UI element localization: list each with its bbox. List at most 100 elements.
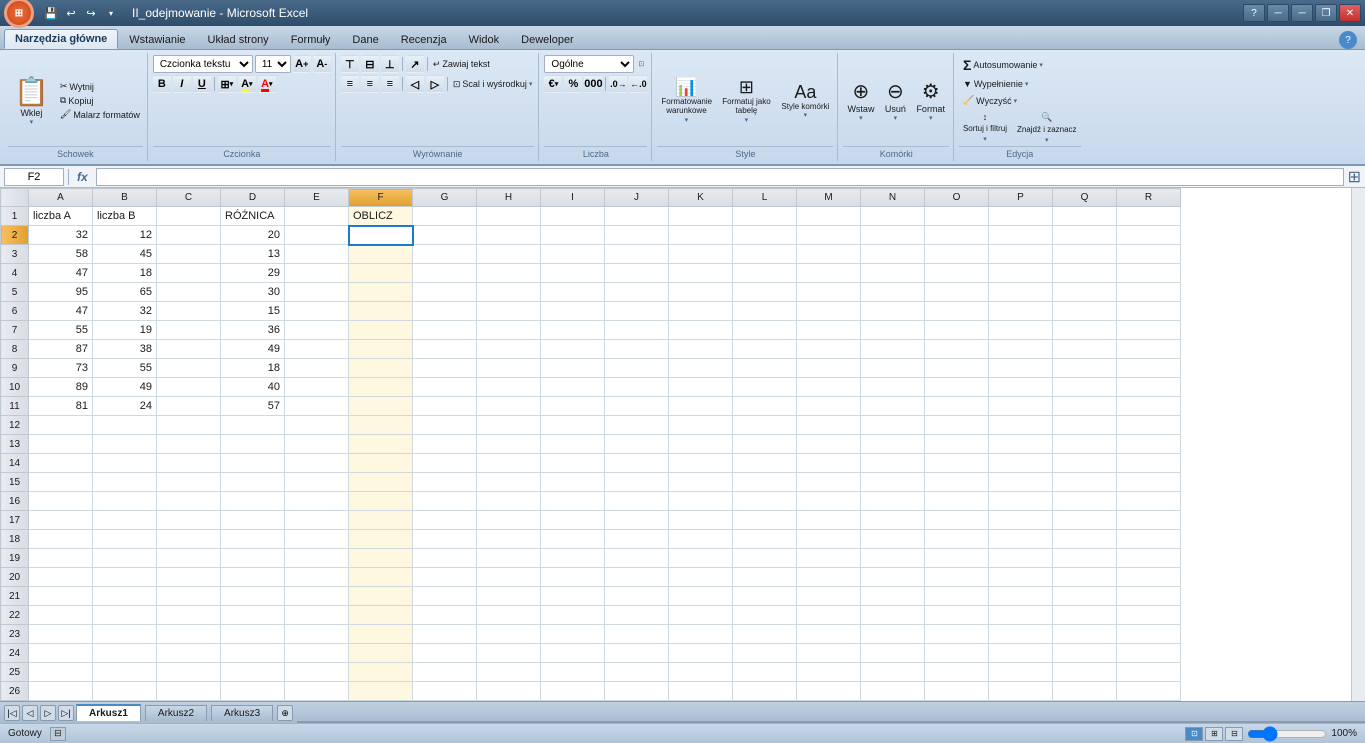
- cut-button[interactable]: ✂ Wytnij: [57, 80, 143, 93]
- cell-K1[interactable]: [669, 207, 733, 226]
- cell-K9[interactable]: [669, 359, 733, 378]
- cell-D15[interactable]: [221, 473, 285, 492]
- cell-O19[interactable]: [925, 549, 989, 568]
- cell-R12[interactable]: [1117, 416, 1181, 435]
- cell-O11[interactable]: [925, 397, 989, 416]
- cell-C6[interactable]: [157, 302, 221, 321]
- cell-K12[interactable]: [669, 416, 733, 435]
- cell-L1[interactable]: [733, 207, 797, 226]
- col-header-C[interactable]: C: [157, 189, 221, 207]
- cell-O10[interactable]: [925, 378, 989, 397]
- row-header-24[interactable]: 24: [1, 644, 29, 663]
- cell-H23[interactable]: [477, 625, 541, 644]
- cell-O2[interactable]: [925, 226, 989, 245]
- row-header-9[interactable]: 9: [1, 359, 29, 378]
- cell-N14[interactable]: [861, 454, 925, 473]
- cell-H10[interactable]: [477, 378, 541, 397]
- row-header-1[interactable]: 1: [1, 207, 29, 226]
- cell-J9[interactable]: [605, 359, 669, 378]
- tab-deweloper[interactable]: Deweloper: [510, 29, 585, 49]
- cell-N23[interactable]: [861, 625, 925, 644]
- cell-L20[interactable]: [733, 568, 797, 587]
- cell-M5[interactable]: [797, 283, 861, 302]
- cell-I15[interactable]: [541, 473, 605, 492]
- cell-H6[interactable]: [477, 302, 541, 321]
- cell-L13[interactable]: [733, 435, 797, 454]
- cell-K6[interactable]: [669, 302, 733, 321]
- cell-M20[interactable]: [797, 568, 861, 587]
- cell-H22[interactable]: [477, 606, 541, 625]
- cell-F2[interactable]: [349, 226, 413, 245]
- cell-H19[interactable]: [477, 549, 541, 568]
- cell-F12[interactable]: [349, 416, 413, 435]
- cell-B26[interactable]: [93, 682, 157, 701]
- cell-O12[interactable]: [925, 416, 989, 435]
- cell-A1[interactable]: liczba A: [29, 207, 93, 226]
- row-header-13[interactable]: 13: [1, 435, 29, 454]
- cell-P20[interactable]: [989, 568, 1053, 587]
- cell-D7[interactable]: 36: [221, 321, 285, 340]
- cell-A4[interactable]: 47: [29, 264, 93, 283]
- col-header-O[interactable]: O: [925, 189, 989, 207]
- cell-A10[interactable]: 89: [29, 378, 93, 397]
- increase-indent-btn[interactable]: ▷: [426, 75, 444, 93]
- cell-Q21[interactable]: [1053, 587, 1117, 606]
- cell-H24[interactable]: [477, 644, 541, 663]
- cell-N17[interactable]: [861, 511, 925, 530]
- cell-C26[interactable]: [157, 682, 221, 701]
- cell-O3[interactable]: [925, 245, 989, 264]
- fill-btn[interactable]: ▼ Wypełnienie ▾: [959, 77, 1032, 91]
- cell-P19[interactable]: [989, 549, 1053, 568]
- cell-A21[interactable]: [29, 587, 93, 606]
- tab-formuly[interactable]: Formuły: [280, 29, 342, 49]
- cell-A17[interactable]: [29, 511, 93, 530]
- copy-button[interactable]: ⧉ Kopiuj: [57, 94, 143, 107]
- cell-L22[interactable]: [733, 606, 797, 625]
- cell-M21[interactable]: [797, 587, 861, 606]
- row-header-26[interactable]: 26: [1, 682, 29, 701]
- cell-O25[interactable]: [925, 663, 989, 682]
- cell-Q10[interactable]: [1053, 378, 1117, 397]
- align-top-btn[interactable]: ⊤: [341, 55, 359, 73]
- cell-J22[interactable]: [605, 606, 669, 625]
- cell-A7[interactable]: 55: [29, 321, 93, 340]
- cell-E17[interactable]: [285, 511, 349, 530]
- cell-F17[interactable]: [349, 511, 413, 530]
- cell-I21[interactable]: [541, 587, 605, 606]
- cell-I10[interactable]: [541, 378, 605, 397]
- paste-button[interactable]: 📋 Wklej ▾: [8, 73, 55, 128]
- insert-btn[interactable]: ⊕ Wstaw ▾: [843, 77, 878, 124]
- format-table-btn[interactable]: ⊞ Formatuj jako tabelę ▾: [717, 75, 775, 126]
- cell-H20[interactable]: [477, 568, 541, 587]
- format-painter-button[interactable]: 🖌 Malarz formatów: [57, 108, 143, 121]
- cell-P14[interactable]: [989, 454, 1053, 473]
- cell-R7[interactable]: [1117, 321, 1181, 340]
- minimize-btn[interactable]: ─: [1291, 4, 1313, 22]
- row-header-14[interactable]: 14: [1, 454, 29, 473]
- cell-B19[interactable]: [93, 549, 157, 568]
- cell-L24[interactable]: [733, 644, 797, 663]
- cell-K20[interactable]: [669, 568, 733, 587]
- grid-area[interactable]: A B C D E F G H I J K L M N O: [0, 188, 1351, 701]
- cell-R15[interactable]: [1117, 473, 1181, 492]
- cell-B10[interactable]: 49: [93, 378, 157, 397]
- cell-R16[interactable]: [1117, 492, 1181, 511]
- cell-Q9[interactable]: [1053, 359, 1117, 378]
- cell-I12[interactable]: [541, 416, 605, 435]
- cell-B6[interactable]: 32: [93, 302, 157, 321]
- cell-A18[interactable]: [29, 530, 93, 549]
- cell-J15[interactable]: [605, 473, 669, 492]
- cell-M12[interactable]: [797, 416, 861, 435]
- cell-E20[interactable]: [285, 568, 349, 587]
- cell-I2[interactable]: [541, 226, 605, 245]
- cell-O7[interactable]: [925, 321, 989, 340]
- cell-N13[interactable]: [861, 435, 925, 454]
- cell-L19[interactable]: [733, 549, 797, 568]
- cell-C9[interactable]: [157, 359, 221, 378]
- cell-P8[interactable]: [989, 340, 1053, 359]
- row-header-6[interactable]: 6: [1, 302, 29, 321]
- decrease-indent-btn[interactable]: ◁: [406, 75, 424, 93]
- cell-P16[interactable]: [989, 492, 1053, 511]
- cell-B20[interactable]: [93, 568, 157, 587]
- cell-H18[interactable]: [477, 530, 541, 549]
